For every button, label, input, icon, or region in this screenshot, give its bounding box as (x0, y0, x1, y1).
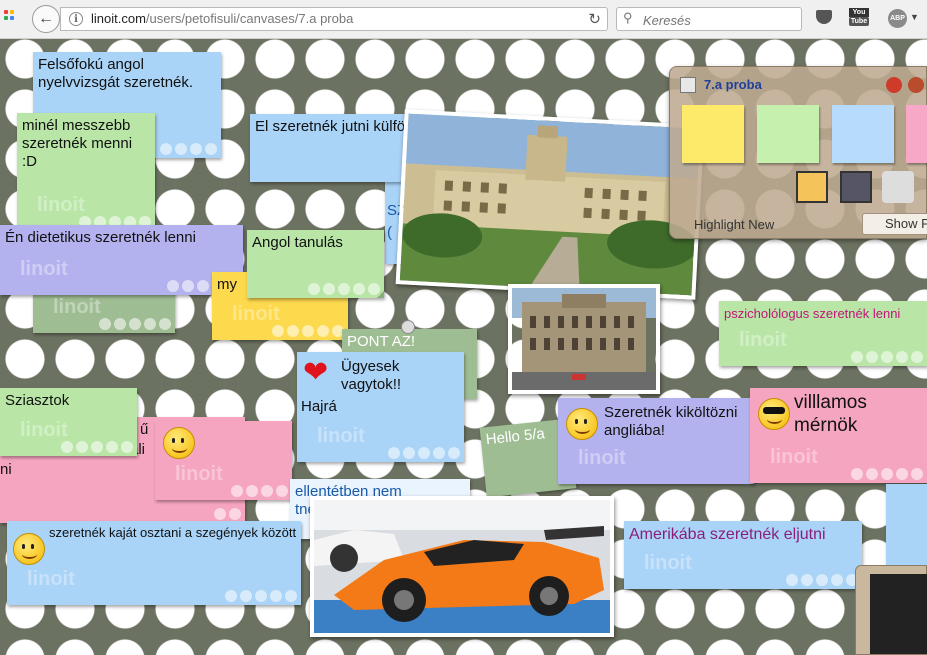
note-actions[interactable] (851, 351, 923, 363)
youtube-icon[interactable]: You Tube (849, 8, 869, 28)
note-watermark: linoit (53, 296, 101, 318)
academy-building-image (512, 288, 656, 390)
pushpin-icon (401, 320, 415, 334)
note-actions[interactable] (308, 283, 380, 295)
note-text: Szeretnék kiköltözni angliába! (604, 404, 738, 439)
reload-icon[interactable]: ↻ (588, 10, 601, 28)
car-photo[interactable] (310, 496, 614, 637)
note-text: szeretnék kaját osztani a szegények közö… (49, 525, 297, 540)
info-icon[interactable]: i (69, 12, 83, 26)
sticky-note[interactable]: ❤ Ügyesek vagytok!! Hajrá linoit (297, 352, 464, 462)
search-icon: ⚲ (623, 10, 633, 25)
canvas-thumbnail[interactable] (855, 565, 927, 655)
address-bar[interactable]: i linoit.com/users/petofisuli/canvases/7… (60, 7, 608, 31)
sticky-note[interactable]: Amerikába szeretnék eljutni linoit (624, 521, 862, 589)
sticky-note[interactable]: pszicholólogus szeretnék lenni linoit (719, 301, 927, 366)
sticky-note[interactable]: Én dietetikus szeretnék lenni linoit (0, 225, 243, 295)
note-watermark: linoit (37, 194, 85, 216)
sticky-note[interactable]: Angol tanulás (247, 230, 384, 298)
note-text: Felsőfokú angol nyelvvizsgát szeretnék. (38, 56, 194, 91)
canvas-title[interactable]: 7.a proba (704, 77, 762, 92)
note-text: minél messzebb szeretnék menni :D (22, 117, 133, 170)
note-watermark: linoit (20, 419, 68, 441)
home-icon[interactable] (886, 77, 902, 93)
green-note-stack[interactable] (757, 105, 819, 163)
building-photo[interactable] (508, 284, 660, 394)
note-watermark: linoit (317, 425, 365, 447)
smiley-icon (13, 533, 45, 565)
note-text: ( (387, 224, 392, 241)
note-watermark: linoit (232, 303, 280, 325)
canvas-owner-icon (680, 77, 696, 93)
url-text: linoit.com/users/petofisuli/canvases/7.a… (91, 11, 354, 26)
note-actions[interactable] (225, 590, 297, 602)
note-text: my (217, 276, 237, 293)
video-icon[interactable] (840, 171, 872, 203)
show-button[interactable]: Show P (862, 213, 927, 235)
building-photo[interactable] (395, 109, 705, 300)
note-text: pszicholólogus szeretnék lenni (724, 306, 901, 321)
note-text: PONT AZ! (347, 333, 416, 350)
thumbnail-preview (870, 574, 927, 654)
note-watermark: linoit (27, 568, 75, 590)
note-text: ű (140, 421, 149, 438)
blue-note-stack[interactable] (832, 105, 894, 163)
adblock-icon[interactable]: ABP (888, 9, 907, 28)
search-input[interactable] (641, 10, 795, 30)
sticky-note[interactable]: szeretnék kaját osztani a szegények közö… (7, 521, 301, 605)
note-actions[interactable] (160, 143, 217, 155)
note-actions[interactable] (851, 468, 923, 480)
note-text: Én dietetikus szeretnék lenni (5, 229, 196, 246)
note-actions[interactable] (272, 325, 344, 337)
cool-smiley-icon (758, 398, 790, 430)
note-actions[interactable] (61, 441, 133, 453)
pocket-icon[interactable] (816, 10, 832, 24)
note-actions[interactable] (231, 485, 288, 497)
note-text: ni (0, 461, 12, 478)
sticky-note[interactable]: linoit (155, 421, 292, 500)
note-actions[interactable] (786, 574, 858, 586)
highlight-new-toggle[interactable]: Highlight New (694, 217, 774, 232)
sticky-note[interactable]: Sziasztok linoit (0, 388, 137, 456)
browser-toolbar: ← i linoit.com/users/petofisuli/canvases… (0, 0, 927, 39)
yellow-note-stack[interactable] (682, 105, 744, 163)
heart-icon: ❤ (303, 356, 329, 389)
pink-note-stack[interactable] (906, 105, 927, 163)
note-text: Sziasztok (5, 392, 70, 409)
back-arrow-icon[interactable]: ← (32, 5, 60, 33)
note-text: Amerikába szeretnék eljutni (629, 526, 826, 543)
smiley-icon (566, 408, 598, 440)
note-actions[interactable] (388, 447, 460, 459)
chevron-down-icon[interactable]: ▼ (910, 12, 919, 22)
note-watermark: linoit (644, 552, 692, 574)
info-icon[interactable] (908, 77, 924, 93)
image-upload-icon[interactable] (796, 171, 828, 203)
sticky-note[interactable]: minél messzebb szeretnék menni :D linoit (17, 113, 155, 231)
note-watermark: linoit (578, 447, 626, 469)
note-text: Hajrá (301, 398, 337, 415)
note-watermark: linoit (175, 463, 223, 485)
canvas-panel: 7.a proba Highlight New Show P (669, 66, 927, 239)
note-text: Ügyesek vagytok!! (341, 358, 402, 393)
note-watermark: linoit (20, 258, 68, 280)
note-actions[interactable] (214, 508, 241, 520)
sticky-note[interactable]: villlamos mérnök linoit (750, 388, 927, 483)
note-watermark: linoit (739, 329, 787, 351)
attachment-icon[interactable] (882, 171, 914, 203)
note-actions[interactable] (99, 318, 171, 330)
search-box[interactable]: ⚲ (616, 7, 802, 31)
smiley-icon (163, 427, 195, 459)
note-text: Hello 5/a (484, 425, 546, 449)
note-text: Angol tanulás (252, 234, 343, 251)
orange-sports-car-image (314, 500, 610, 633)
note-text: villlamos mérnök (794, 392, 867, 436)
sticky-note[interactable]: Szeretnék kiköltözni angliába! linoit (558, 398, 754, 484)
apps-grid-icon[interactable] (4, 10, 16, 22)
university-building-image (399, 113, 701, 296)
note-watermark: linoit (770, 446, 818, 468)
